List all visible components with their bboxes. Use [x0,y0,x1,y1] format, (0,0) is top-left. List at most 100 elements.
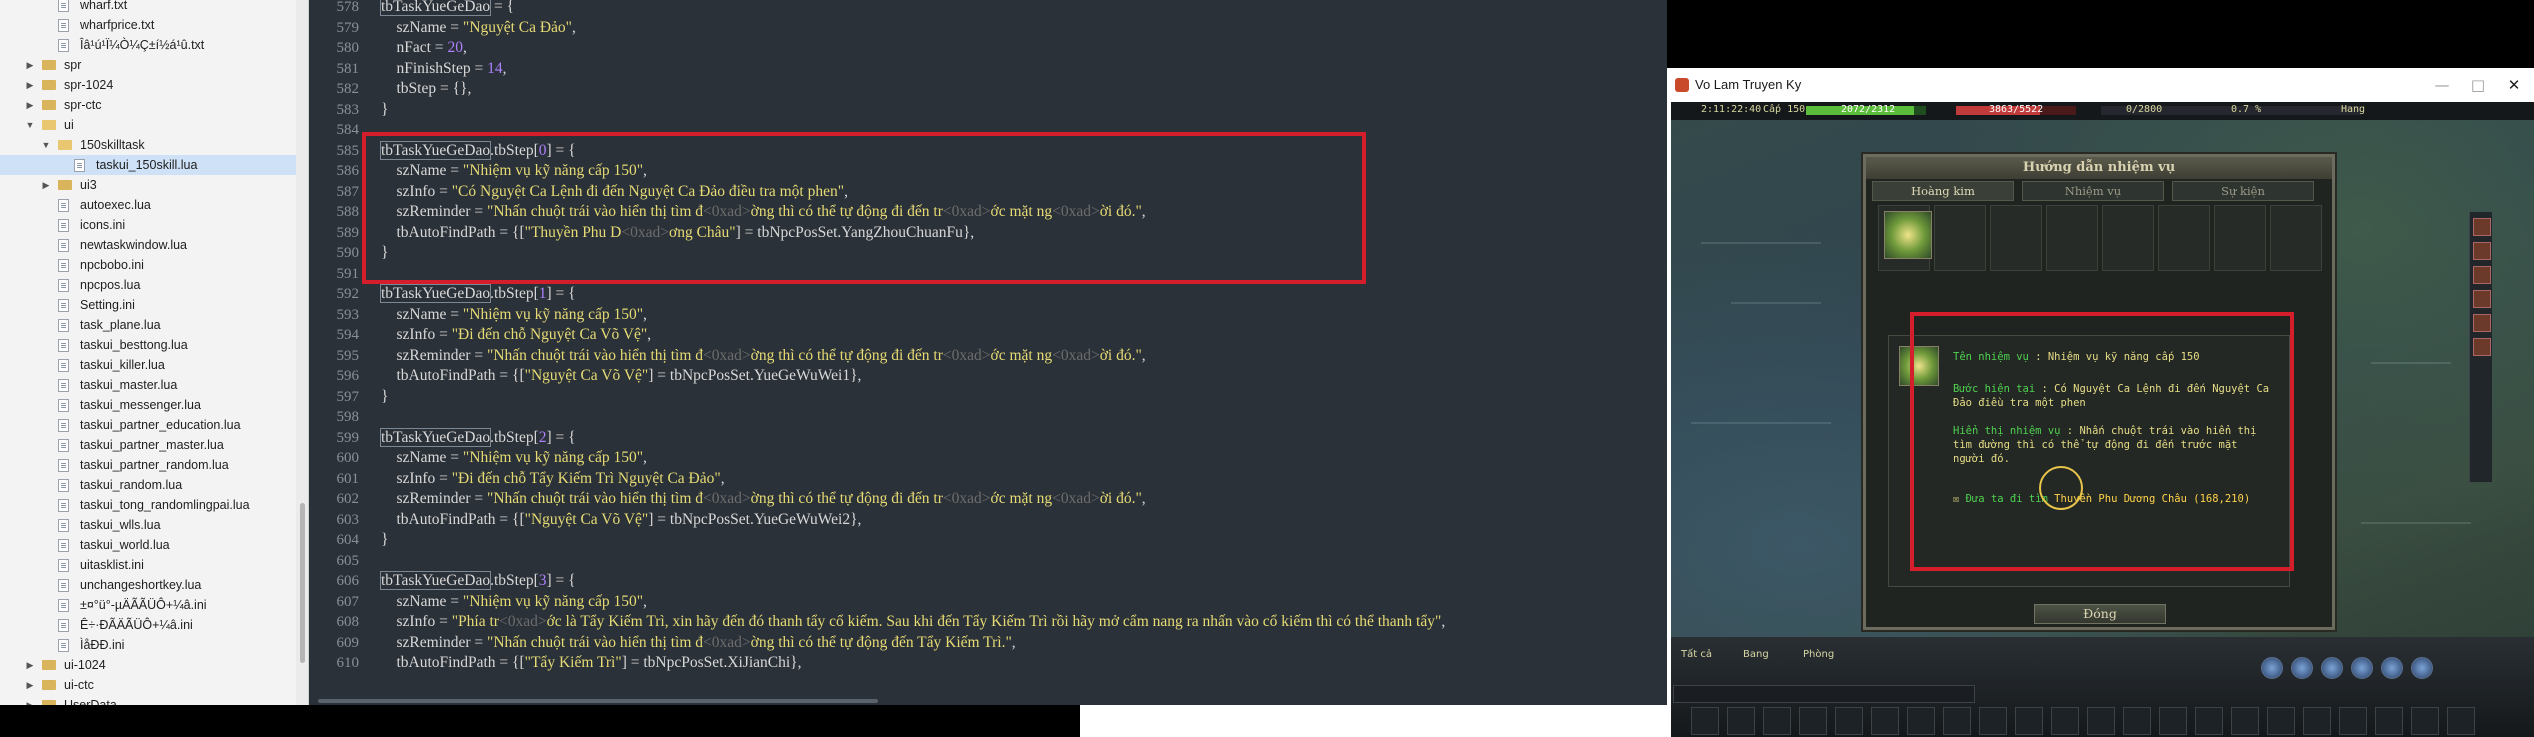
code-line[interactable]: tbTaskYueGeDao.tbStep[1] = { [379,284,576,304]
tree-file[interactable]: npcpos.lua [0,275,296,295]
tree-folder[interactable]: ▶ spr [0,55,296,75]
chat-tab-room[interactable]: Phòng [1803,649,1834,660]
quest-slot[interactable] [2158,205,2210,271]
chevron-right-icon[interactable]: ▶ [24,675,36,695]
tree-file[interactable]: taskui_partner_random.lua [0,455,296,475]
skill-slot[interactable] [1691,707,1719,735]
side-button[interactable] [2473,290,2491,308]
tree-file[interactable]: icons.ini [0,215,296,235]
tree-folder[interactable]: ▶ ui-1024 [0,655,296,675]
tree-file[interactable]: taskui_wlls.lua [0,515,296,535]
close-quest-button[interactable]: Đóng [2034,604,2166,624]
skill-slot[interactable] [2123,707,2151,735]
tree-folder[interactable]: ▶ ui3 [0,175,296,195]
tree-folder[interactable]: ▼ 150skilltask [0,135,296,155]
code-line[interactable]: szInfo = "Có Nguyệt Ca Lệnh đi đến Nguyệ… [381,182,848,202]
tree-file[interactable]: wharf.txt [0,0,296,15]
skill-slot[interactable] [2339,707,2367,735]
tree-file[interactable]: ±¤°ü°-µÄÃÃÜÔ+¼â.ini [0,595,296,615]
quest-slot[interactable] [2214,205,2266,271]
editor-horizontal-scrollbar-thumb[interactable] [318,699,878,703]
chat-input[interactable] [1673,685,1975,703]
quest-slot[interactable] [2046,205,2098,271]
menu-orb[interactable] [2291,657,2313,679]
chevron-down-icon[interactable]: ▼ [40,135,52,155]
tree-folder[interactable]: ▶ spr-ctc [0,95,296,115]
tree-file[interactable]: taskui_killer.lua [0,355,296,375]
skill-slot[interactable] [1727,707,1755,735]
side-button[interactable] [2473,266,2491,284]
sidebar-scrollbar-thumb[interactable] [300,503,305,663]
skill-slot[interactable] [1763,707,1791,735]
tab-su-kien[interactable]: Sự kiện [2172,181,2314,201]
tree-folder[interactable]: ▶ UserData [0,695,296,705]
code-line[interactable]: szReminder = "Nhấn chuột trái vào hiển t… [381,489,1146,509]
code-line[interactable]: tbTaskYueGeDao = { [379,0,514,17]
skill-slot[interactable] [2195,707,2223,735]
tree-file[interactable]: wharfprice.txt [0,15,296,35]
tree-file[interactable]: taskui_world.lua [0,535,296,555]
tree-folder[interactable]: ▶ spr-1024 [0,75,296,95]
chat-tab-guild[interactable]: Bang [1743,649,1769,660]
code-line[interactable]: nFact = 20, [381,38,467,58]
skill-slot[interactable] [2303,707,2331,735]
skill-slot[interactable] [1943,707,1971,735]
menu-orb[interactable] [2411,657,2433,679]
tree-file[interactable]: Îâ¹ú¹Ï¼Ò¼Ç±í½á¹û.txt [0,35,296,55]
skill-slot[interactable] [2159,707,2187,735]
code-line[interactable]: } [381,243,388,263]
code-line[interactable]: tbStep = {}, [381,79,472,99]
close-window-button[interactable]: ✕ [2499,74,2529,96]
tree-file[interactable]: ÌåÐÐ.ini [0,635,296,655]
quest-slot[interactable] [1934,205,1986,271]
chevron-down-icon[interactable]: ▼ [24,115,36,135]
code-line[interactable]: tbTaskYueGeDao.tbStep[2] = { [379,427,576,448]
tree-file[interactable]: taskui_random.lua [0,475,296,495]
tree-file[interactable]: taskui_tong_randomlingpai.lua [0,495,296,515]
skill-slot[interactable] [1799,707,1827,735]
code-line[interactable]: szName = "Nhiệm vụ kỹ năng cấp 150", [381,592,647,612]
tab-hoang-kim[interactable]: Hoàng kim [1872,181,2014,201]
tree-file[interactable]: npcbobo.ini [0,255,296,275]
chevron-right-icon[interactable]: ▶ [24,95,36,115]
code-editor[interactable]: 578 579 580 581 582 583 584 585 586 587 588 589 590 5… [309,0,1667,705]
skill-slot[interactable] [1979,707,2007,735]
tree-file[interactable]: taskui_messenger.lua [0,395,296,415]
chevron-right-icon[interactable]: ▶ [24,55,36,75]
tree-folder[interactable]: ▼ ui [0,115,296,135]
code-line[interactable]: } [381,530,388,550]
tree-file[interactable]: taskui_150skill.lua [0,155,296,175]
skill-slot[interactable] [1835,707,1863,735]
quest-scroll-icon[interactable] [1884,211,1932,259]
code-line[interactable]: szReminder = "Nhấn chuột trái vào hiển t… [381,633,1016,653]
code-line[interactable]: nFinishStep = 14, [381,59,507,79]
chat-tab-all[interactable]: Tất cả [1681,649,1712,660]
code-line[interactable]: tbAutoFindPath = {["Nguyệt Ca Võ Vệ"] = … [381,366,862,386]
side-button[interactable] [2473,218,2491,236]
side-button[interactable] [2473,314,2491,332]
skill-slot[interactable] [2267,707,2295,735]
code-line[interactable]: tbAutoFindPath = {["Nguyệt Ca Võ Vệ"] = … [381,510,862,530]
code-line[interactable]: tbTaskYueGeDao.tbStep[3] = { [379,571,576,591]
tree-file[interactable]: taskui_master.lua [0,375,296,395]
chevron-right-icon[interactable]: ▶ [24,655,36,675]
skill-slot[interactable] [2411,707,2439,735]
checkbox-icon[interactable]: ☒ [1953,493,1959,505]
code-line[interactable]: szName = "Nguyệt Ca Đảo", [381,18,576,38]
tree-file[interactable]: Ê÷·ÐÃÄÃÜÔ+¼â.ini [0,615,296,635]
tree-file[interactable]: unchangeshortkey.lua [0,575,296,595]
quest-slot[interactable] [1990,205,2042,271]
code-line[interactable]: tbAutoFindPath = {["Thuyền Phu D<0xad>ơn… [381,223,975,243]
tree-file[interactable]: newtaskwindow.lua [0,235,296,255]
chevron-right-icon[interactable]: ▶ [24,695,36,705]
code-line[interactable]: } [381,387,388,407]
quest-slot[interactable] [2102,205,2154,271]
chevron-right-icon[interactable]: ▶ [24,75,36,95]
code-line[interactable]: szInfo = "Đi đến chỗ Nguyệt Ca Võ Vệ", [381,325,652,345]
menu-orb[interactable] [2321,657,2343,679]
tree-file[interactable]: uitasklist.ini [0,555,296,575]
menu-orb[interactable] [2261,657,2283,679]
game-scene[interactable]: 2:11:22:40 Cấp 150 2072/2312 3863/5522 0… [1671,102,2534,737]
tree-folder[interactable]: ▶ ui-ctc [0,675,296,695]
code-line[interactable]: szReminder = "Nhấn chuột trái vào hiển t… [381,202,1146,222]
